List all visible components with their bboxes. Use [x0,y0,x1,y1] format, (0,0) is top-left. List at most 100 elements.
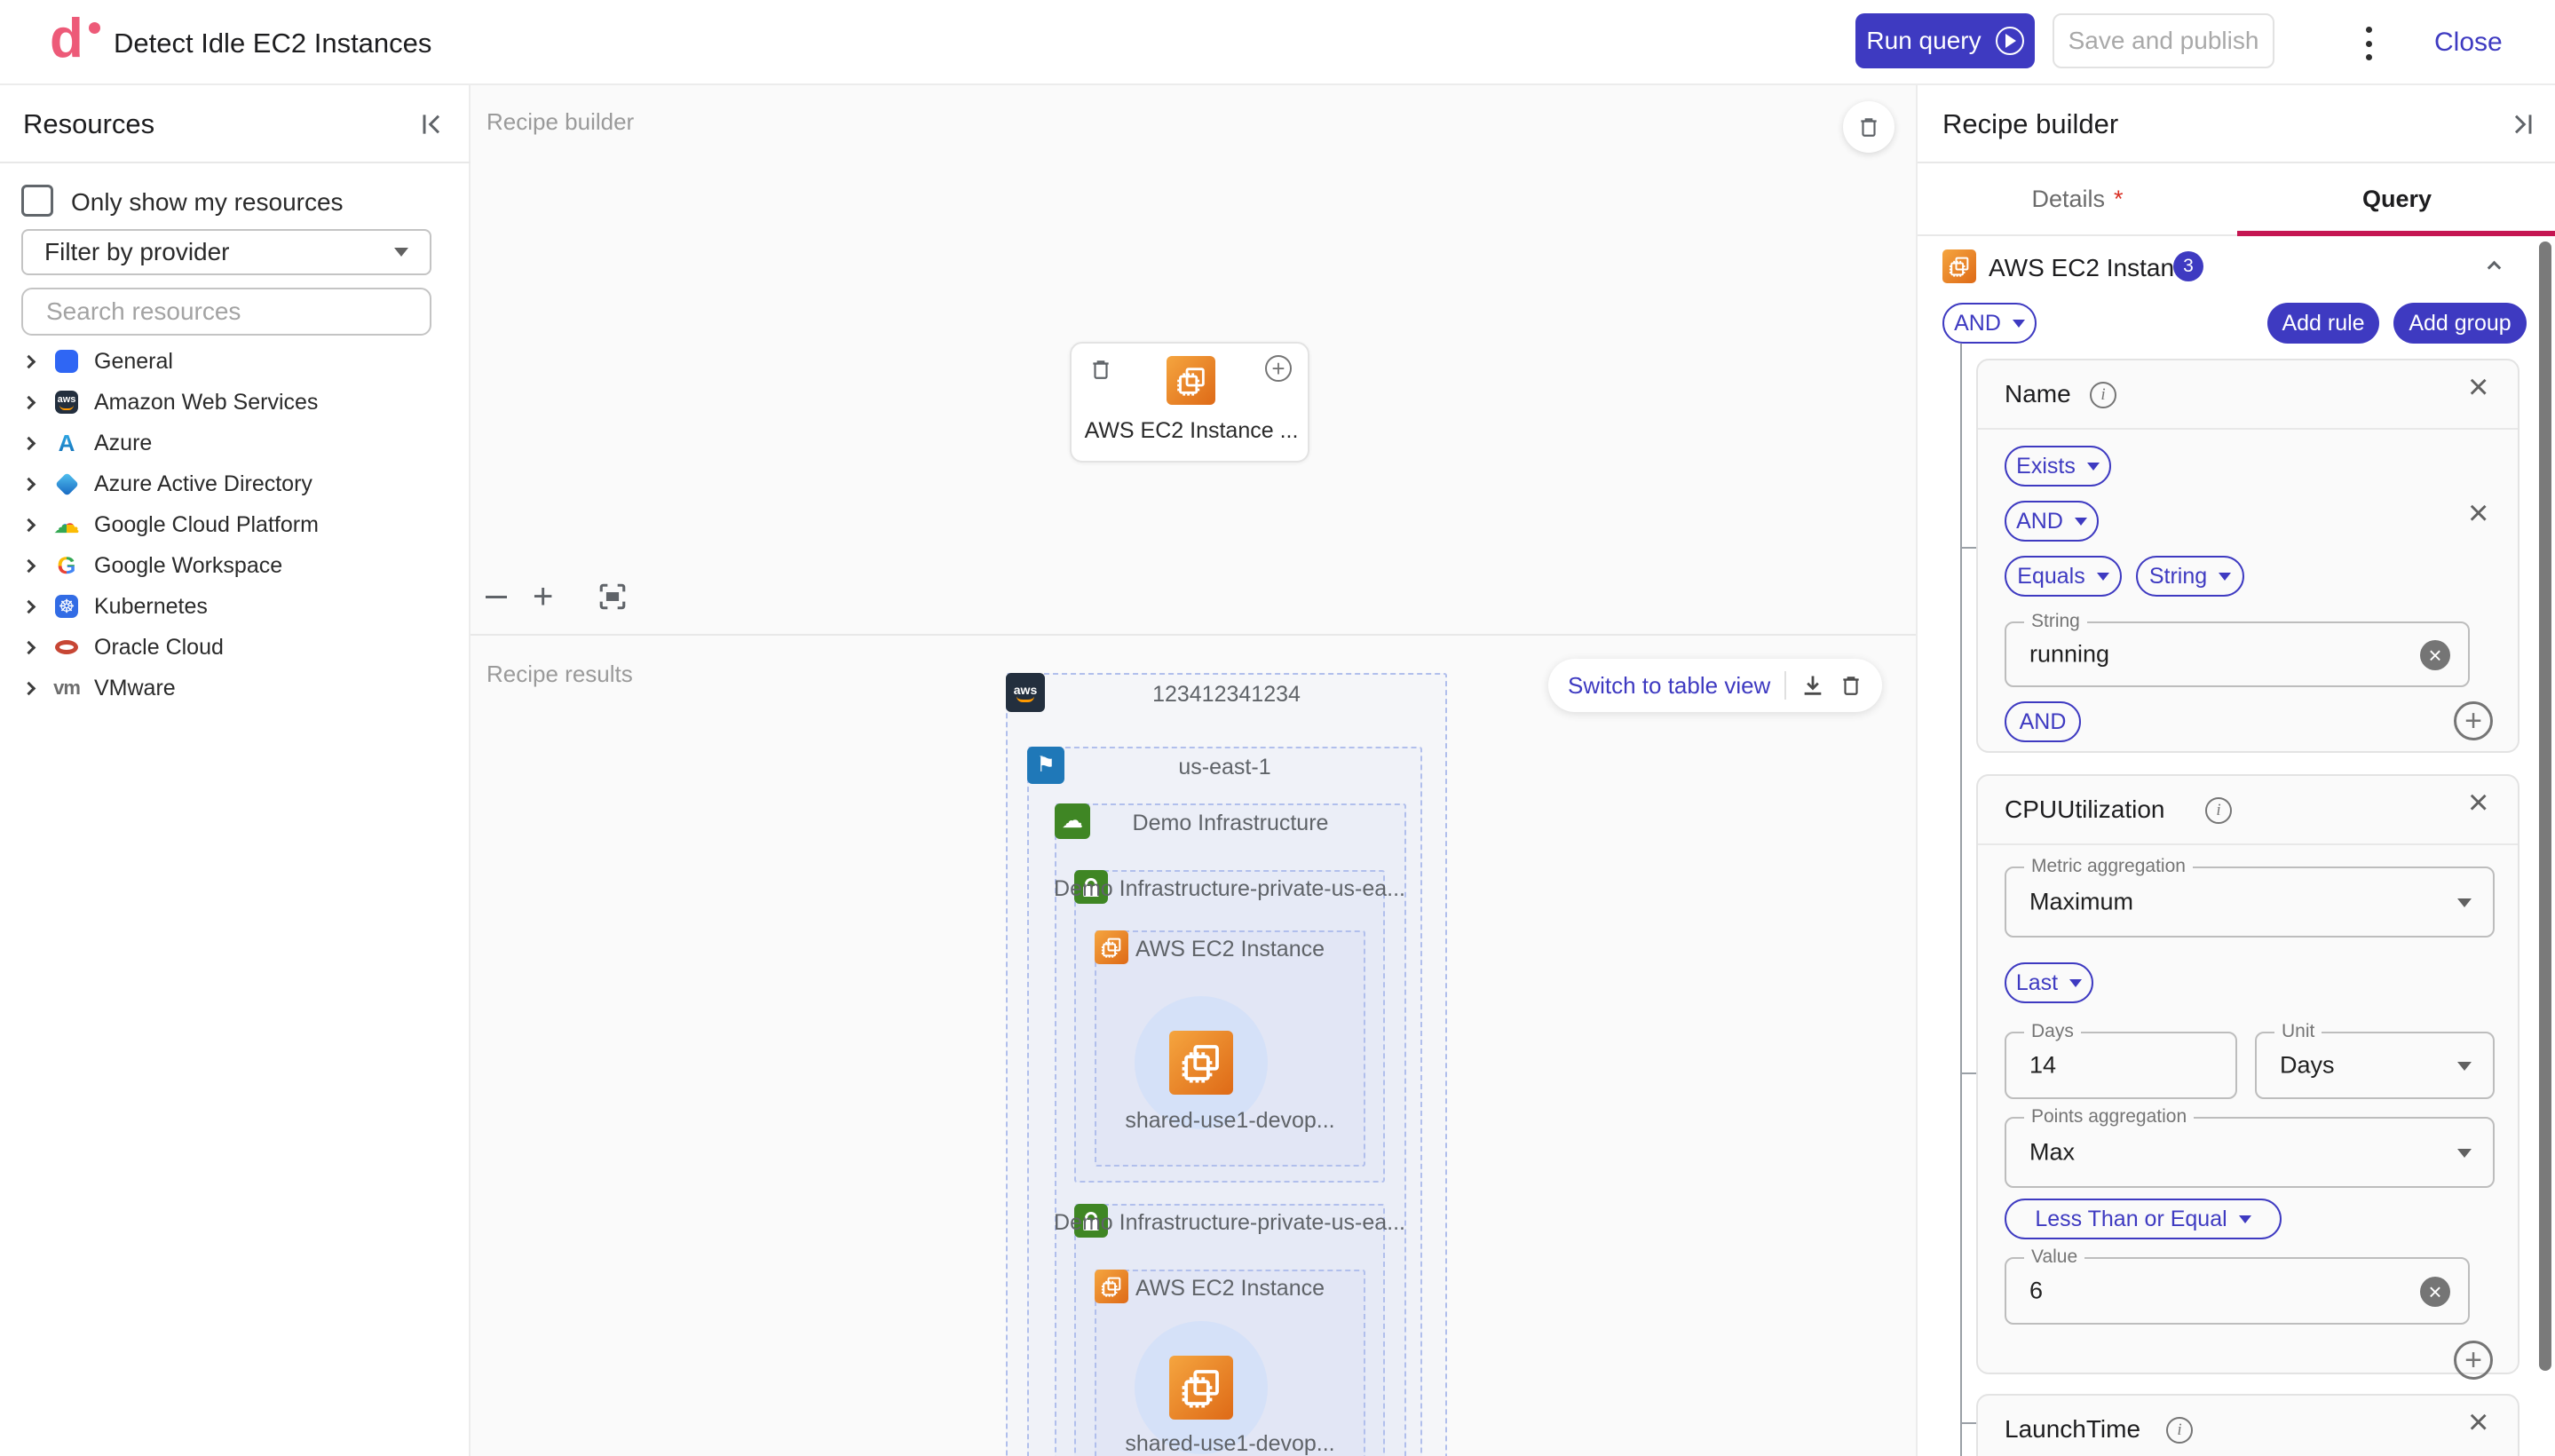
provider-label: Google Workspace [94,553,282,579]
play-icon [1996,27,2024,55]
tab-details[interactable]: Details * [1918,163,2237,234]
run-query-button[interactable]: Run query [1855,13,2035,68]
chevron-down-icon [2457,1062,2472,1071]
tab-query-label: Query [2362,186,2432,213]
info-icon[interactable]: i [2090,382,2116,408]
sidebar-item-vmware[interactable]: vm VMware [0,668,471,708]
vmware-icon: vm [55,677,78,700]
chevron-right-icon[interactable] [22,640,36,654]
chevron-down-icon [2457,1149,2472,1158]
chevron-right-icon[interactable] [22,354,36,368]
sidebar-item-aws[interactable]: aws Amazon Web Services [0,382,471,423]
chevron-right-icon[interactable] [22,558,36,573]
sidebar-item-kubernetes[interactable]: ☸ Kubernetes [0,586,471,627]
chevron-right-icon[interactable] [22,395,36,409]
chevron-right-icon[interactable] [22,681,36,695]
search-resources-input[interactable]: Search resources [21,288,431,336]
connector-stub [1960,1422,1976,1424]
download-icon[interactable] [1800,673,1825,698]
ec2-group-label: AWS EC2 Instance [1095,937,1365,962]
filter-by-provider-value: Filter by provider [44,238,230,266]
expand-panel-icon[interactable] [2509,110,2537,138]
query-group-count-badge: 3 [2173,251,2203,281]
add-condition-icon[interactable]: + [2454,1341,2493,1380]
string-value-input[interactable]: String running × [2005,621,2470,687]
unit-select[interactable]: Unit Days [2255,1032,2495,1099]
and-operator-chip[interactable]: AND [2005,501,2099,542]
sidebar-item-azure[interactable]: A Azure [0,423,471,463]
collapse-sidebar-icon[interactable] [417,110,446,138]
required-asterisk: * [2114,186,2124,213]
add-rule-button[interactable]: Add rule [2267,303,2379,344]
node-delete-icon[interactable] [1089,358,1112,381]
only-my-resources-checkbox[interactable] [21,185,53,217]
logo-letter: d [50,8,83,69]
query-group-name: AWS EC2 Instance [1989,254,2201,282]
close-link[interactable]: Close [2434,28,2503,58]
add-condition-icon[interactable]: + [2454,701,2493,740]
google-cloud-icon: ☁ [55,513,78,536]
chevron-right-icon[interactable] [22,518,36,532]
clear-input-icon[interactable]: × [2420,1277,2450,1307]
metric-aggregation-select[interactable]: Metric aggregation Maximum [2005,866,2495,938]
sidebar-item-general[interactable]: General [0,341,471,382]
panel-scrollbar-thumb[interactable] [2539,241,2551,1371]
info-icon[interactable]: i [2205,797,2232,824]
filter-by-provider-select[interactable]: Filter by provider [21,229,431,275]
chevron-right-icon[interactable] [22,477,36,491]
value-input[interactable]: Value 6 × [2005,1257,2470,1325]
collapse-group-chevron-up-icon[interactable] [2488,261,2502,275]
sidebar-item-azure-ad[interactable]: Azure Active Directory [0,463,471,504]
sidebar-item-gcp[interactable]: ☁ Google Cloud Platform [0,504,471,545]
equals-operator-chip[interactable]: Equals [2005,556,2122,597]
kebab-menu-icon[interactable] [2361,23,2376,64]
sidebar-item-google-workspace[interactable]: G Google Workspace [0,545,471,586]
ec2-instance-icon[interactable] [1169,1356,1233,1420]
add-group-button[interactable]: Add group [2393,303,2527,344]
vpc-label: Demo Infrastructure [1055,811,1406,836]
days-input[interactable]: Days 14 [2005,1032,2237,1099]
azure-active-directory-icon [55,472,78,495]
provider-label: Kubernetes [94,594,208,620]
ec2-instance-icon[interactable] [1169,1031,1233,1095]
chevron-right-icon[interactable] [22,599,36,613]
select-label: Points aggregation [2024,1107,2194,1126]
comparator-chip[interactable]: Less Than or Equal [2005,1199,2282,1239]
info-icon[interactable]: i [2166,1417,2193,1444]
remove-condition-icon[interactable]: × [2468,499,2488,527]
node-add-icon[interactable]: + [1265,355,1292,382]
sidebar-item-oracle[interactable]: Oracle Cloud [0,627,471,668]
aws-icon: aws [55,391,78,414]
panel-heading: Recipe builder [1942,108,2118,140]
switch-to-table-view-button[interactable]: Switch to table view [1568,672,1770,700]
input-value: 14 [2029,1052,2056,1080]
points-aggregation-select[interactable]: Points aggregation Max [2005,1117,2495,1188]
select-value: Max [2029,1139,2075,1167]
last-operator-chip[interactable]: Last [2005,962,2093,1003]
chevron-right-icon[interactable] [22,436,36,450]
chevron-down-icon [2013,320,2025,328]
type-chip[interactable]: String [2136,556,2244,597]
results-toolbar: Switch to table view [1548,659,1882,712]
group-operator-chip[interactable]: AND [1942,303,2037,344]
canvas-heading: Recipe builder [486,108,634,136]
tab-query[interactable]: Query [2237,163,2555,234]
fit-view-icon[interactable] [597,582,628,612]
doit-logo-icon: d [50,7,100,70]
results-trash-icon[interactable] [1839,674,1863,697]
zoom-in-icon[interactable]: + [533,579,553,614]
clear-input-icon[interactable]: × [2420,640,2450,670]
remove-rule-icon[interactable]: × [2468,373,2488,401]
ec2-node-card[interactable]: + AWS EC2 Instance ... [1070,342,1309,463]
recipe-builder-canvas[interactable]: Recipe builder + AWS EC2 Instance ... + [471,85,1916,634]
chevron-down-icon [394,248,408,257]
query-group-ec2-icon [1942,249,1976,283]
remove-rule-icon[interactable]: × [2468,788,2488,817]
clear-canvas-button[interactable] [1843,101,1894,153]
input-value: 6 [2029,1278,2043,1305]
remove-rule-icon[interactable]: × [2468,1408,2488,1436]
save-and-publish-button[interactable]: Save and publish [2053,13,2274,68]
exists-operator-chip[interactable]: Exists [2005,446,2111,487]
trailing-and-chip[interactable]: AND [2005,701,2081,742]
zoom-out-icon[interactable] [483,583,510,610]
